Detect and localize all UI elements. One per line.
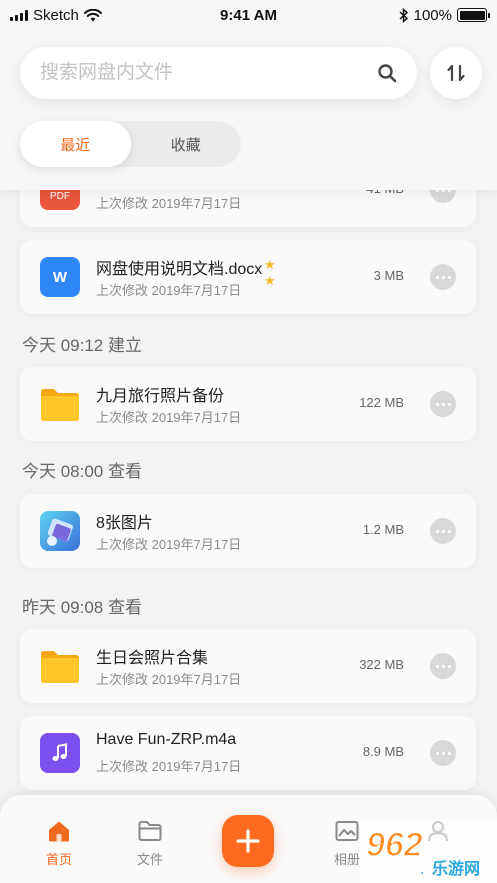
file-size: 122 MB	[359, 395, 404, 410]
section-title: 昨天 09:08 查看	[22, 598, 142, 617]
section-title: 今天 09:12 建立	[22, 336, 142, 355]
file-name: 生日会照片合集	[96, 650, 209, 667]
file-name: Have Fun-ZRP.m4a	[96, 731, 237, 748]
file-modified: 上次修改 2019年7月17日	[96, 283, 242, 298]
file-card-folder[interactable]: 九月旅行照片备份 上次修改 2019年7月17日 122 MB	[20, 367, 476, 441]
file-modified: 上次修改 2019年7月17日	[96, 196, 242, 211]
plus-icon	[236, 829, 260, 853]
tab-recent[interactable]: 最近	[20, 121, 131, 167]
star-icon: ★	[264, 273, 276, 288]
file-size: 322 MB	[359, 657, 404, 672]
music-note-icon	[52, 743, 67, 761]
tab-home[interactable]: 首页	[29, 819, 89, 869]
svg-text:962: 962	[366, 826, 423, 864]
star-icon: ★	[264, 257, 276, 272]
sort-button[interactable]	[430, 47, 482, 99]
word-icon: W	[40, 257, 80, 297]
search-icon[interactable]	[377, 63, 397, 83]
file-modified: 上次修改 2019年7月17日	[96, 410, 242, 425]
more-button[interactable]	[430, 740, 456, 766]
folder-outline-icon	[138, 821, 162, 841]
add-button[interactable]	[222, 815, 274, 867]
file-card-images[interactable]: 8张图片 上次修改 2019年7月17日 1.2 MB	[20, 494, 476, 568]
watermark-logo: 962 乐游网 .	[360, 820, 497, 883]
file-modified: 上次修改 2019年7月17日	[96, 672, 242, 687]
more-button[interactable]	[430, 264, 456, 290]
album-icon	[335, 821, 359, 841]
tab-files[interactable]: 文件	[120, 819, 180, 869]
file-name: 8张图片	[96, 515, 153, 532]
music-icon	[40, 733, 80, 773]
search-box[interactable]	[20, 47, 417, 99]
file-size: 1.2 MB	[362, 522, 404, 537]
folder-icon	[41, 651, 79, 683]
home-icon	[49, 821, 69, 842]
tab-favorites[interactable]: 收藏	[131, 121, 242, 167]
more-button[interactable]	[430, 391, 456, 417]
search-input[interactable]	[40, 62, 377, 84]
svg-text:.: .	[420, 861, 424, 878]
file-card-docx[interactable]: W 网盘使用说明文档.docx ★ ★ 上次修改 2019年7月17日 3 MB	[20, 240, 476, 314]
file-card-folder[interactable]: 生日会照片合集 上次修改 2019年7月17日 322 MB	[20, 629, 476, 703]
folder-icon	[41, 389, 79, 421]
section-title: 今天 08:00 查看	[22, 462, 142, 481]
more-button[interactable]	[430, 653, 456, 679]
tab-home-label: 首页	[45, 852, 72, 867]
file-modified: 上次修改 2019年7月17日	[96, 759, 242, 774]
file-card-audio[interactable]: Have Fun-ZRP.m4a 上次修改 2019年7月17日 8.9 MB	[20, 716, 476, 790]
file-size: 3 MB	[373, 268, 404, 283]
file-size: 8.9 MB	[362, 744, 404, 759]
tab-album-label: 相册	[333, 852, 360, 867]
sort-icon	[447, 64, 465, 82]
file-modified: 上次修改 2019年7月17日	[96, 537, 242, 552]
file-name: 九月旅行照片备份	[96, 388, 225, 405]
segment-control: 最近 收藏	[20, 121, 241, 167]
svg-text:乐游网: 乐游网	[432, 859, 480, 878]
tab-files-label: 文件	[136, 852, 163, 867]
more-button[interactable]	[430, 518, 456, 544]
image-icon	[40, 511, 80, 551]
file-name: 网盘使用说明文档.docx	[96, 261, 263, 278]
starred-indicator: ★ ★	[264, 258, 276, 287]
header: 最近 收藏	[0, 30, 497, 190]
